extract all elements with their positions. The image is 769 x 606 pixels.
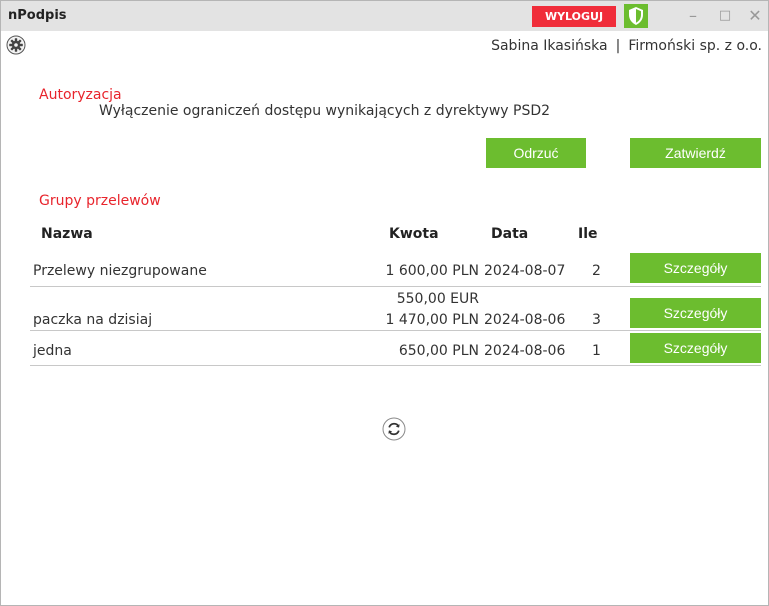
group-amount: 650,00 PLN [398,343,479,359]
group-count: 2 [592,263,601,279]
logout-button[interactable]: WYLOGUJ [532,6,616,27]
minimize-button[interactable]: – [682,5,704,27]
authorization-description: Wyłączenie ograniczeń dostępu wynikający… [99,103,551,119]
column-header-amount: Kwota [389,226,439,242]
column-header-name: Nazwa [41,226,93,242]
group-count: 3 [592,312,601,328]
details-button[interactable]: Szczegóły [630,333,761,363]
user-toolbar: Sabina Ikasińska | Firmoński sp. z o.o. [1,31,768,75]
app-window: nPodpis WYLOGUJ – □ ✕ Sabina Ikasińska | F… [0,0,769,606]
reject-button[interactable]: Odrzuć [486,138,586,168]
group-amount-eur: 550,00 EUR [396,291,479,307]
group-name: paczka na dzisiaj [33,312,153,328]
close-button[interactable]: ✕ [744,5,766,27]
table-row: paczka na dzisiaj 550,00 EUR 1 470,00 PL… [30,287,761,331]
company-name: Firmoński sp. z o.o. [628,38,762,54]
table-row: jedna 650,00 PLN 2024-08-06 1 Szczegóły [30,332,761,366]
shield-icon[interactable] [624,4,648,28]
details-button[interactable]: Szczegóły [630,298,761,328]
authorization-title: Autoryzacja [39,87,122,103]
table-row: Przelewy niezgrupowane 1 600,00 PLN 2024… [30,253,761,287]
user-separator: | [615,38,621,54]
column-header-count: Ile [578,226,598,242]
user-name: Sabina Ikasińska [491,38,608,54]
group-amount: 1 600,00 PLN [385,263,479,279]
title-bar[interactable]: nPodpis WYLOGUJ – □ ✕ [1,1,768,31]
group-amount: 1 470,00 PLN [385,312,479,328]
gear-icon[interactable] [6,35,26,55]
column-header-date: Data [491,226,529,242]
group-count: 1 [592,343,601,359]
group-date: 2024-08-06 [484,343,566,359]
group-name: Przelewy niezgrupowane [33,263,207,279]
confirm-button[interactable]: Zatwierdź [630,138,761,168]
group-date: 2024-08-07 [484,263,566,279]
group-date: 2024-08-06 [484,312,566,328]
maximize-button[interactable]: □ [714,5,736,27]
refresh-icon[interactable] [382,417,406,441]
user-info: Sabina Ikasińska | Firmoński sp. z o.o. [491,38,762,54]
group-name: jedna [33,343,72,359]
groups-title: Grupy przelewów [39,193,161,209]
details-button[interactable]: Szczegóły [630,253,761,283]
app-title: nPodpis [8,8,67,23]
